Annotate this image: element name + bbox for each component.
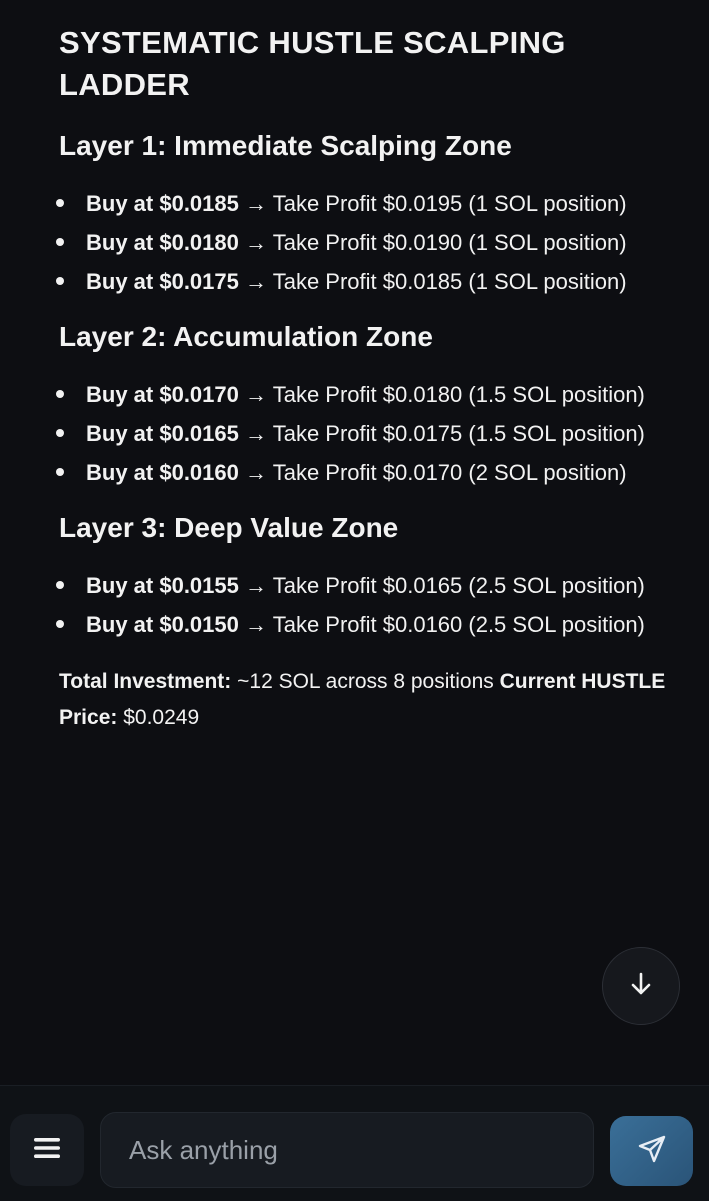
- order-item: Buy at $0.0185 → Take Profit $0.0195 (1 …: [56, 184, 646, 223]
- send-button[interactable]: [610, 1116, 693, 1186]
- order-item: Buy at $0.0150 → Take Profit $0.0160 (2.…: [56, 605, 646, 644]
- ask-input-container: [100, 1112, 594, 1188]
- order-item: Buy at $0.0175 → Take Profit $0.0185 (1 …: [56, 262, 646, 301]
- buy-price: Buy at $0.0180: [86, 230, 239, 255]
- take-profit-text: → Take Profit $0.0175 (1.5 SOL position): [238, 421, 645, 446]
- menu-icon: [32, 1135, 62, 1166]
- layer-heading: Layer 1: Immediate Scalping Zone: [59, 130, 512, 161]
- buy-price: Buy at $0.0175: [86, 269, 239, 294]
- layer-section: Layer 3: Deep Value Zone Buy at $0.0155 →…: [56, 510, 679, 644]
- ladder-layers: Layer 1: Immediate Scalping Zone Buy at $…: [56, 128, 679, 644]
- take-profit-text: → Take Profit $0.0190 (1 SOL position): [238, 230, 627, 255]
- total-investment-value: ~12 SOL across 8 positions: [231, 670, 500, 693]
- layer-heading: Layer 2: Accumulation Zone: [59, 321, 433, 352]
- buy-price: Buy at $0.0155: [86, 573, 239, 598]
- take-profit-text: → Take Profit $0.0195 (1 SOL position): [238, 191, 627, 216]
- take-profit-text: → Take Profit $0.0165 (2.5 SOL position): [238, 573, 645, 598]
- order-item: Buy at $0.0165 → Take Profit $0.0175 (1.…: [56, 414, 646, 453]
- order-item: Buy at $0.0160 → Take Profit $0.0170 (2 …: [56, 453, 646, 492]
- arrow-down-icon: [627, 970, 655, 1003]
- order-item: Buy at $0.0180 → Take Profit $0.0190 (1 …: [56, 223, 646, 262]
- menu-button[interactable]: [10, 1114, 84, 1186]
- buy-price: Buy at $0.0160: [86, 460, 239, 485]
- current-price-value: $0.0249: [117, 706, 200, 729]
- order-item: Buy at $0.0170 → Take Profit $0.0180 (1.…: [56, 375, 646, 414]
- buy-price: Buy at $0.0165: [86, 421, 239, 446]
- summary: Total Investment: ~12 SOL across 8 posit…: [59, 664, 669, 736]
- message-content: SYSTEMATIC HUSTLE SCALPING LADDER Layer …: [56, 22, 679, 736]
- take-profit-text: → Take Profit $0.0160 (2.5 SOL position): [238, 612, 645, 637]
- order-list: Buy at $0.0155 → Take Profit $0.0165 (2.…: [56, 566, 679, 644]
- layer-section: Layer 1: Immediate Scalping Zone Buy at $…: [56, 128, 679, 301]
- buy-price: Buy at $0.0150: [86, 612, 239, 637]
- order-list: Buy at $0.0185 → Take Profit $0.0195 (1 …: [56, 184, 679, 301]
- take-profit-text: → Take Profit $0.0170 (2 SOL position): [238, 460, 627, 485]
- layer-section: Layer 2: Accumulation Zone Buy at $0.0170…: [56, 319, 679, 492]
- buy-price: Buy at $0.0170: [86, 382, 239, 407]
- send-icon: [636, 1133, 668, 1170]
- order-list: Buy at $0.0170 → Take Profit $0.0180 (1.…: [56, 375, 679, 492]
- scroll-down-button[interactable]: [602, 947, 680, 1025]
- take-profit-text: → Take Profit $0.0180 (1.5 SOL position): [238, 382, 645, 407]
- total-investment-label: Total Investment:: [59, 670, 232, 693]
- buy-price: Buy at $0.0185: [86, 191, 239, 216]
- layer-heading: Layer 3: Deep Value Zone: [59, 512, 399, 543]
- order-item: Buy at $0.0155 → Take Profit $0.0165 (2.…: [56, 566, 646, 605]
- page-title: SYSTEMATIC HUSTLE SCALPING LADDER: [59, 25, 566, 102]
- take-profit-text: → Take Profit $0.0185 (1 SOL position): [238, 269, 627, 294]
- ask-input[interactable]: [101, 1113, 569, 1187]
